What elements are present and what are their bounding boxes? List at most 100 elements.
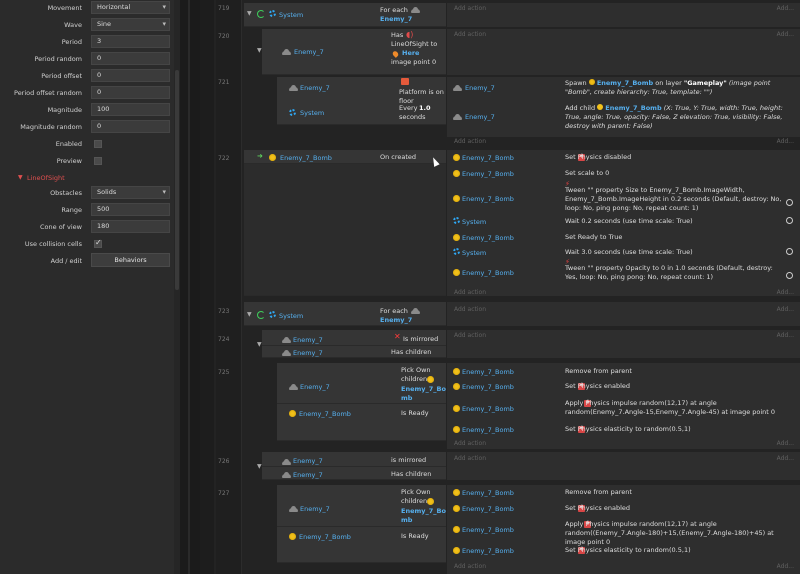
collapse-arrow-icon[interactable]: ▼: [18, 174, 23, 181]
enemy7-object[interactable]: Enemy_7: [294, 48, 324, 56]
action-text[interactable]: Set Physics enabled: [565, 382, 793, 391]
enemy7-object[interactable]: Enemy_7: [465, 84, 495, 92]
enemy7-object[interactable]: Enemy_7: [300, 505, 330, 513]
magnitude-random-input[interactable]: 0: [91, 120, 170, 133]
condition-text[interactable]: Has children: [391, 470, 431, 479]
system-object[interactable]: System: [279, 312, 303, 320]
range-input[interactable]: 500: [91, 203, 170, 216]
action-object[interactable]: Enemy_7_Bomb: [462, 234, 514, 242]
system-object[interactable]: System: [300, 109, 324, 117]
action-text[interactable]: Set Physics elasticity to random(0.5,1): [565, 546, 793, 555]
add-action-link[interactable]: Add action: [454, 440, 486, 447]
condition-text[interactable]: Is Ready: [401, 409, 429, 418]
action-object[interactable]: Enemy_7_Bomb: [462, 383, 514, 391]
action-object[interactable]: Enemy_7_Bomb: [462, 526, 514, 534]
add-action-link[interactable]: Add action: [454, 306, 486, 313]
action-object[interactable]: System: [462, 218, 486, 226]
action-text[interactable]: Wait 0.2 seconds (use time scale: True): [565, 217, 783, 226]
add-action-link[interactable]: Add action: [454, 5, 486, 12]
action-text[interactable]: Set Physics enabled: [565, 504, 793, 513]
action-text[interactable]: Set Ready to True: [565, 233, 783, 242]
condition-text[interactable]: Is Ready: [401, 532, 429, 541]
add-link[interactable]: Add...: [777, 455, 794, 462]
add-link[interactable]: Add...: [777, 332, 794, 339]
add-action-link[interactable]: Add action: [454, 563, 486, 570]
enabled-checkbox[interactable]: [94, 140, 102, 148]
add-link[interactable]: Add...: [777, 31, 794, 38]
condition-object[interactable]: Enemy_7: [380, 316, 412, 325]
period-offset-input[interactable]: 0: [91, 69, 170, 82]
spawn-action[interactable]: Spawn Enemy_7_Bomb on layer "Gameplay" (…: [565, 79, 795, 97]
add-action-link[interactable]: Add action: [454, 332, 486, 339]
action-text[interactable]: Wait 3.0 seconds (use time scale: True): [565, 248, 783, 257]
add-link[interactable]: Add...: [777, 563, 794, 570]
enemy7bomb-object[interactable]: Enemy_7_Bomb: [299, 533, 351, 541]
action-object[interactable]: Enemy_7_Bomb: [462, 195, 514, 203]
enemy7bomb-object[interactable]: Enemy_7_Bomb: [280, 154, 332, 162]
condition-text[interactable]: is mirrored: [391, 456, 426, 465]
condition-object[interactable]: Enemy_7: [380, 15, 412, 24]
action-text[interactable]: Remove from parent: [565, 367, 793, 376]
action-object[interactable]: Enemy_7_Bomb: [462, 154, 514, 162]
action-text[interactable]: Remove from parent: [565, 488, 793, 497]
condition-value[interactable]: 1.0: [419, 104, 431, 113]
add-link[interactable]: Add...: [777, 440, 794, 447]
condition-object[interactable]: Enemy_7_Bo mb: [401, 507, 446, 525]
here-object[interactable]: Here: [402, 49, 419, 58]
condition-text[interactable]: Has children: [391, 348, 431, 357]
enemy7-object[interactable]: Enemy_7: [293, 336, 323, 344]
add-action-link[interactable]: Add action: [454, 138, 486, 145]
period-random-input[interactable]: 0: [91, 52, 170, 65]
action-object[interactable]: Enemy_7_Bomb: [462, 505, 514, 513]
condition-text[interactable]: Is mirrored: [403, 335, 438, 344]
condition-text[interactable]: image point 0: [391, 58, 436, 67]
condition-text[interactable]: LineOfSight to: [391, 40, 437, 49]
collapse-toggle-icon[interactable]: ▼: [247, 10, 252, 17]
add-action-link[interactable]: Add action: [454, 289, 486, 296]
enemy7-object[interactable]: Enemy_7: [465, 113, 495, 121]
behaviors-button[interactable]: Behaviors: [91, 253, 170, 267]
wave-select[interactable]: Sine: [91, 18, 170, 31]
condition-text[interactable]: Has: [391, 31, 403, 40]
add-action-link[interactable]: Add action: [454, 455, 486, 462]
period-input[interactable]: 3: [91, 35, 170, 48]
action-object[interactable]: Enemy_7_Bomb: [462, 368, 514, 376]
enemy7-object[interactable]: Enemy_7: [293, 457, 323, 465]
condition-text[interactable]: For each: [380, 307, 408, 316]
add-link[interactable]: Add...: [777, 5, 794, 12]
action-object[interactable]: System: [462, 249, 486, 257]
condition-text[interactable]: Every: [399, 104, 417, 113]
action-text[interactable]: Apply Physics impulse random(12,17) at a…: [565, 520, 793, 547]
action-text[interactable]: Tween "" property Opacity to 0 in 1.0 se…: [565, 264, 783, 282]
enemy7-object[interactable]: Enemy_7: [293, 471, 323, 479]
action-object[interactable]: Enemy_7_Bomb: [462, 405, 514, 413]
enemy7-object[interactable]: Enemy_7: [293, 349, 323, 357]
preview-checkbox[interactable]: [94, 157, 102, 165]
condition-text[interactable]: seconds: [399, 113, 426, 122]
magnitude-input[interactable]: 100: [91, 103, 170, 116]
obstacles-select[interactable]: Solids: [91, 186, 170, 199]
action-object[interactable]: Enemy_7_Bomb: [462, 269, 514, 277]
action-object[interactable]: Enemy_7_Bomb: [462, 426, 514, 434]
enemy7bomb-object[interactable]: Enemy_7_Bomb: [299, 410, 351, 418]
enemy7-object[interactable]: Enemy_7: [300, 383, 330, 391]
add-action-link[interactable]: Add action: [454, 31, 486, 38]
movement-select[interactable]: Horizontal: [91, 1, 170, 14]
add-link[interactable]: Add...: [777, 138, 794, 145]
scrollbar-thumb[interactable]: [175, 70, 179, 290]
action-text[interactable]: Tween "" property Size to Enemy_7_Bomb.I…: [565, 186, 783, 213]
collapse-toggle-icon[interactable]: ▼: [247, 311, 252, 318]
action-text[interactable]: Apply Physics impulse random(12,17) at a…: [565, 399, 793, 417]
add-link[interactable]: Add...: [777, 289, 794, 296]
action-object[interactable]: Enemy_7_Bomb: [462, 547, 514, 555]
condition-text[interactable]: For each: [380, 6, 408, 15]
condition-object[interactable]: Enemy_7_Bo mb: [401, 385, 446, 403]
collapse-toggle-icon[interactable]: ▼: [257, 463, 262, 470]
use-collision-cells-checkbox[interactable]: [94, 238, 102, 248]
period-offset-random-input[interactable]: 0: [91, 86, 170, 99]
action-text[interactable]: Set Physics elasticity to random(0.5,1): [565, 425, 793, 434]
collapse-toggle-icon[interactable]: ▼: [257, 47, 262, 54]
system-object[interactable]: System: [279, 11, 303, 19]
add-child-action[interactable]: Add child Enemy_7_Bomb (X: True, Y: True…: [565, 104, 795, 131]
condition-text[interactable]: On created: [380, 153, 416, 162]
